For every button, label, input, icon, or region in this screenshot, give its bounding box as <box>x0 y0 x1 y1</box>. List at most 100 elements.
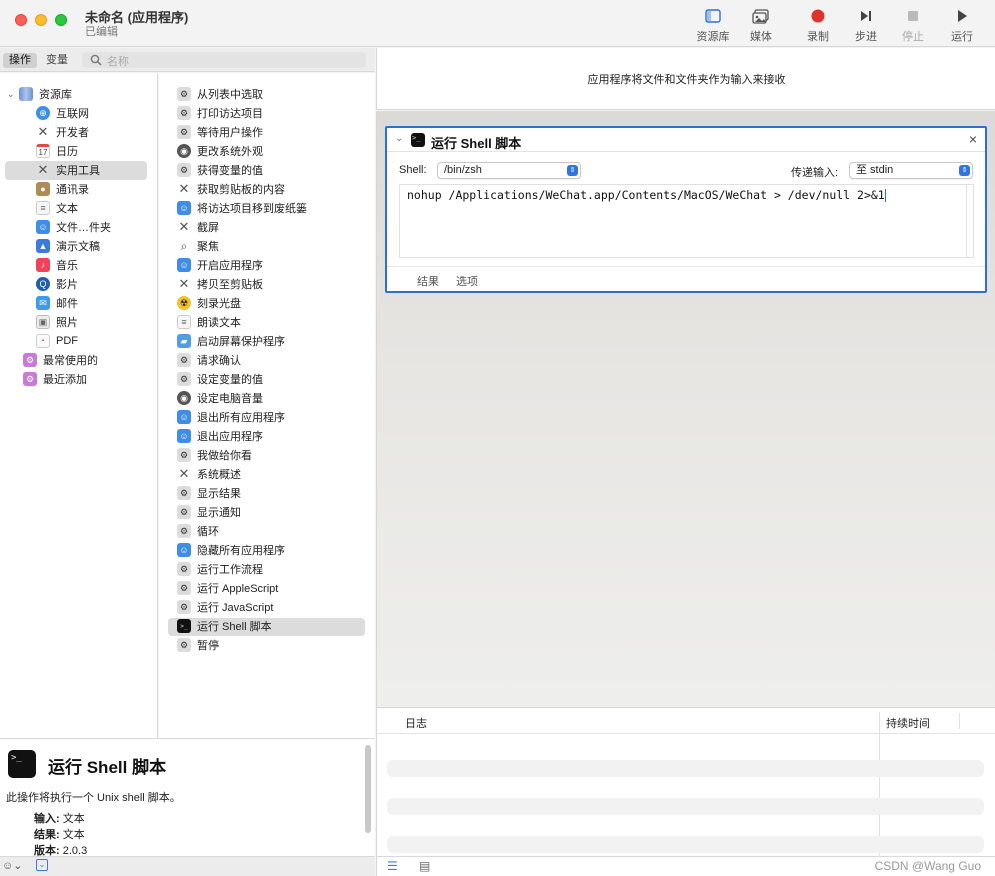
run-button[interactable]: 运行 <box>940 6 984 46</box>
action-item[interactable]: ⚙ 循环 <box>177 522 219 540</box>
action-item[interactable]: ⚙ 运行 AppleScript <box>177 579 278 597</box>
automator-icon: ⚙ <box>177 638 191 652</box>
record-button[interactable]: 录制 <box>796 6 840 46</box>
action-item[interactable]: ☺ 开启应用程序 <box>177 256 263 274</box>
library-item-developer[interactable]: ✕ 开发者 <box>36 123 89 141</box>
library-item-text[interactable]: ≡ 文本 <box>36 199 78 217</box>
media-toolbar-button[interactable]: 媒体 <box>739 6 783 46</box>
action-item[interactable]: ✕ 获取剪贴板的内容 <box>177 180 285 198</box>
library-item-label: 日历 <box>56 146 78 158</box>
action-item-label: 将访达项目移到废纸篓 <box>197 203 307 215</box>
action-item[interactable]: ⚙ 等待用户操作 <box>177 123 263 141</box>
result-key: 结果: <box>34 829 60 841</box>
action-item[interactable]: ≡ 朗读文本 <box>177 313 241 331</box>
action-item[interactable]: ☺ 隐藏所有应用程序 <box>177 541 285 559</box>
mail-icon: ✉ <box>36 296 50 310</box>
step-button[interactable]: 步进 <box>844 6 888 46</box>
shell-select[interactable]: /bin/zsh ⇕ <box>437 162 581 179</box>
action-item[interactable]: ☺ 退出应用程序 <box>177 427 263 445</box>
action-item[interactable]: ☢ 刻录光盘 <box>177 294 241 312</box>
library-most-used[interactable]: ⚙ 最常使用的 <box>23 351 98 369</box>
automator-icon: ⚙ <box>177 163 191 177</box>
log-column-header[interactable]: 日志 <box>405 715 427 731</box>
action-item[interactable]: ⌕ 聚焦 <box>177 237 219 255</box>
action-item[interactable]: ✕ 拷贝至剪贴板 <box>177 275 263 293</box>
library-toolbar-button[interactable]: 资源库 <box>691 6 735 46</box>
library-item-photos[interactable]: ▣ 照片 <box>36 313 78 331</box>
collapse-icon[interactable]: ⌄ <box>395 133 403 144</box>
tab-results[interactable]: 结果 <box>417 273 439 289</box>
description-text: 此操作将执行一个 Unix shell 脚本。 <box>6 792 181 804</box>
action-item[interactable]: ✕ 截屏 <box>177 218 219 236</box>
action-item[interactable]: ⚙ 运行工作流程 <box>177 560 263 578</box>
minimize-window-button[interactable] <box>35 14 47 26</box>
library-item-label: 最近添加 <box>43 374 87 386</box>
library-item-pdf[interactable]: ▪ PDF <box>36 332 78 350</box>
library-item-utilities[interactable]: ✕ 实用工具 <box>36 161 100 179</box>
action-item[interactable]: ☺ 将访达项目移到废纸篓 <box>177 199 307 217</box>
action-item-label: 从列表中选取 <box>197 89 263 101</box>
library-item-presentations[interactable]: ▲ 演示文稿 <box>36 237 100 255</box>
description-toggle-icon[interactable]: ⌄ <box>36 859 48 871</box>
left-pane-header: 操作 变量 名称 <box>0 48 375 72</box>
pdf-icon: ▪ <box>36 334 50 348</box>
library-item-contacts[interactable]: ● 通讯录 <box>36 180 89 198</box>
action-item-label: 请求确认 <box>197 355 241 367</box>
action-item[interactable]: >_ 运行 Shell 脚本 <box>177 617 272 635</box>
library-recently-added[interactable]: ⚙ 最近添加 <box>23 370 87 388</box>
tab-actions[interactable]: 操作 <box>3 53 37 68</box>
library-item-calendar[interactable]: 17 日历 <box>36 142 78 160</box>
library-item-movies[interactable]: Q 影片 <box>36 275 78 293</box>
library-item-internet[interactable]: ⊕ 互联网 <box>36 104 89 122</box>
action-item[interactable]: ⚙ 打印访达项目 <box>177 104 263 122</box>
duration-column-header[interactable]: 持续时间 <box>886 715 930 731</box>
library-item-music[interactable]: ♪ 音乐 <box>36 256 78 274</box>
action-item[interactable]: ⚙ 获得变量的值 <box>177 161 263 179</box>
library-root[interactable]: ⌄ 资源库 <box>7 85 72 103</box>
library-item-label: 实用工具 <box>56 165 100 177</box>
action-item[interactable]: ▰ 启动屏幕保护程序 <box>177 332 285 350</box>
action-item[interactable]: ⚙ 运行 JavaScript <box>177 598 273 616</box>
stop-button[interactable]: 停止 <box>891 6 935 46</box>
tools-icon: ✕ <box>178 466 190 481</box>
tools-icon: ✕ <box>178 219 190 234</box>
automator-icon: ⚙ <box>177 372 191 386</box>
action-item[interactable]: ⚙ 我做给你看 <box>177 446 252 464</box>
zoom-window-button[interactable] <box>55 14 67 26</box>
action-menu-icon[interactable]: ☺⌄ <box>2 859 22 872</box>
action-item[interactable]: ☺ 退出所有应用程序 <box>177 408 285 426</box>
library-item-label: PDF <box>56 335 78 347</box>
action-item[interactable]: ◉ 设定电脑音量 <box>177 389 263 407</box>
input-key: 输入: <box>34 813 60 825</box>
keynote-icon: ▲ <box>36 239 50 253</box>
close-window-button[interactable] <box>15 14 27 26</box>
search-input[interactable]: 名称 <box>82 52 366 68</box>
action-item[interactable]: ⚙ 从列表中选取 <box>177 85 263 103</box>
split-view-icon[interactable]: ▤ <box>419 859 430 873</box>
action-item-label: 显示通知 <box>197 507 241 519</box>
automator-icon: ⚙ <box>177 486 191 500</box>
system-icon: ◉ <box>177 391 191 405</box>
action-item[interactable]: ⚙ 设定变量的值 <box>177 370 263 388</box>
tab-variables[interactable]: 变量 <box>40 53 74 68</box>
library-item-mail[interactable]: ✉ 邮件 <box>36 294 78 312</box>
action-item[interactable]: ◉ 更改系统外观 <box>177 142 263 160</box>
action-item[interactable]: ⚙ 暂停 <box>177 636 219 654</box>
tab-options[interactable]: 选项 <box>456 273 478 289</box>
pass-input-select[interactable]: 至 stdin ⇕ <box>849 162 973 179</box>
script-editor[interactable]: nohup /Applications/WeChat.app/Contents/… <box>399 184 974 258</box>
action-item[interactable]: ⚙ 请求确认 <box>177 351 241 369</box>
library-item-files-folders[interactable]: ☺ 文件…件夹 <box>36 218 111 236</box>
description-scrollbar[interactable] <box>365 745 371 833</box>
action-item[interactable]: ⚙ 显示通知 <box>177 503 241 521</box>
automator-icon: ⚙ <box>177 581 191 595</box>
action-item[interactable]: ✕ 系统概述 <box>177 465 241 483</box>
action-item[interactable]: ⚙ 显示结果 <box>177 484 241 502</box>
list-view-icon[interactable]: ☰ <box>387 859 398 873</box>
run-shell-script-action[interactable]: ⌄ >_ 运行 Shell 脚本 × Shell: /bin/zsh ⇕ 传递输… <box>385 126 987 293</box>
tools-icon: ✕ <box>178 181 190 196</box>
action-description: >_ 运行 Shell 脚本 此操作将执行一个 Unix shell 脚本。 输… <box>0 738 375 857</box>
smart-folder-icon: ⚙ <box>23 353 37 367</box>
action-item-label: 显示结果 <box>197 488 241 500</box>
close-icon[interactable]: × <box>969 131 977 147</box>
